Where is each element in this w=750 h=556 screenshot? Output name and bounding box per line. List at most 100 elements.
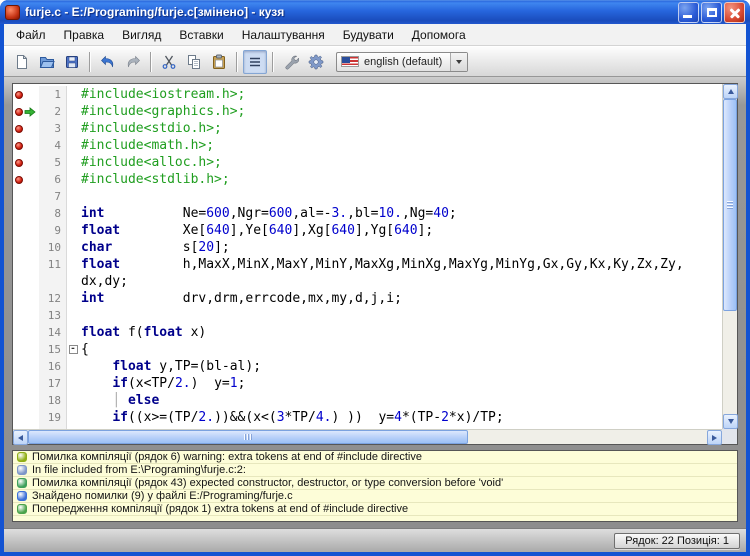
- open-file-button[interactable]: [35, 50, 59, 74]
- menu-view[interactable]: Вигляд: [113, 26, 170, 44]
- code-line[interactable]: 8 int Ne= 600 ,Ngr= 600 ,al=- 3. ,bl= 10. ,Ng= 40;: [13, 205, 722, 222]
- code-line[interactable]: 17 if (x<TP/2.) y= 1;: [13, 375, 722, 392]
- code-line[interactable]: 2 #include<graphics.h>;: [13, 103, 722, 120]
- menu-file[interactable]: Файл: [7, 26, 55, 44]
- line-marker-cell[interactable]: [13, 86, 39, 103]
- compiler-message[interactable]: In file included from E:\Programing\furj…: [13, 464, 737, 477]
- code-line[interactable]: 1 #include<iostream.h>;: [13, 86, 722, 103]
- compiler-message[interactable]: Помилка компіляції (рядок 43) expected c…: [13, 477, 737, 490]
- line-marker-cell[interactable]: [13, 205, 39, 222]
- code-text[interactable]: if (x<TP/2.) y= 1;: [79, 375, 722, 392]
- build-button[interactable]: [279, 50, 303, 74]
- line-marker-cell[interactable]: [13, 137, 39, 154]
- code-line[interactable]: dx,dy;: [13, 273, 722, 290]
- code-text[interactable]: #include<alloc.h>;: [79, 154, 722, 171]
- code-line[interactable]: 12 int drv,drm,errcode,mx,my,d,j,i;: [13, 290, 722, 307]
- line-marker-cell[interactable]: [13, 409, 39, 426]
- code-text[interactable]: │ else: [79, 392, 722, 409]
- line-marker-cell[interactable]: [13, 392, 39, 409]
- code-text[interactable]: char s[20];: [79, 239, 722, 256]
- line-marker-cell[interactable]: [13, 256, 39, 273]
- code-line[interactable]: 14 float f(float x): [13, 324, 722, 341]
- scroll-right-button[interactable]: [707, 430, 722, 445]
- horizontal-scrollbar-thumb[interactable]: [28, 430, 468, 444]
- code-lines[interactable]: 1 #include<iostream.h>; 2 #include<graphics…: [13, 84, 722, 429]
- code-text[interactable]: float Xe[640],Ye[640],Xg[640],Yg[640];: [79, 222, 722, 239]
- paste-button[interactable]: [207, 50, 231, 74]
- code-text[interactable]: #include<graphics.h>;: [79, 103, 722, 120]
- code-text[interactable]: int drv,drm,errcode,mx,my,d,j,i;: [79, 290, 722, 307]
- scroll-down-button[interactable]: [723, 414, 738, 429]
- save-file-button[interactable]: [60, 50, 84, 74]
- new-file-button[interactable]: [10, 50, 34, 74]
- scroll-left-button[interactable]: [13, 430, 28, 445]
- line-marker-cell[interactable]: [13, 324, 39, 341]
- line-marker-cell[interactable]: [13, 341, 39, 358]
- line-marker-cell[interactable]: [13, 273, 39, 290]
- fold-collapse-icon[interactable]: -: [68, 345, 78, 354]
- menu-edit[interactable]: Правка: [55, 26, 114, 44]
- code-text[interactable]: float y,TP=(bl-al);: [79, 358, 722, 375]
- undo-button[interactable]: [96, 50, 120, 74]
- code-text[interactable]: #include<math.h>;: [79, 137, 722, 154]
- scroll-up-button[interactable]: [723, 84, 738, 99]
- line-marker-cell[interactable]: [13, 120, 39, 137]
- dropdown-arrow-icon[interactable]: [450, 52, 468, 71]
- code-line[interactable]: 4 #include<math.h>;: [13, 137, 722, 154]
- code-line[interactable]: 3 #include<stdio.h>;: [13, 120, 722, 137]
- code-line[interactable]: 18 │ else: [13, 392, 722, 409]
- line-marker-cell[interactable]: [13, 188, 39, 205]
- code-line[interactable]: 10 char s[20];: [13, 239, 722, 256]
- line-marker-cell[interactable]: [13, 290, 39, 307]
- minimize-button[interactable]: [678, 1, 699, 23]
- code-text[interactable]: float h,MaxX,MinX,MaxY,MinY,MaxXg,MinXg,…: [79, 256, 722, 273]
- horizontal-scrollbar[interactable]: [13, 429, 722, 445]
- run-button[interactable]: [304, 50, 328, 74]
- line-marker-cell[interactable]: [13, 171, 39, 188]
- code-text[interactable]: [79, 307, 722, 324]
- line-marker-cell[interactable]: [13, 239, 39, 256]
- copy-button[interactable]: [182, 50, 206, 74]
- maximize-button[interactable]: [701, 1, 722, 23]
- code-text[interactable]: #include<stdlib.h>;: [79, 171, 722, 188]
- line-marker-cell[interactable]: [13, 103, 39, 120]
- code-line[interactable]: 6 #include<stdlib.h>;: [13, 171, 722, 188]
- code-text[interactable]: {: [79, 341, 722, 358]
- code-line[interactable]: 15-{: [13, 341, 722, 358]
- code-text[interactable]: [79, 188, 722, 205]
- vertical-scrollbar[interactable]: [722, 84, 738, 429]
- menu-build[interactable]: Будувати: [334, 26, 403, 44]
- output-panel-toggle-button[interactable]: [243, 49, 267, 74]
- code-text[interactable]: if ((x>=(TP/2.))&&(x<(3 *TP/4.) )) y= 4 *(TP…: [79, 409, 722, 426]
- cut-button[interactable]: [157, 50, 181, 74]
- menu-help[interactable]: Допомога: [403, 26, 475, 44]
- code-line[interactable]: 5 #include<alloc.h>;: [13, 154, 722, 171]
- compiler-message[interactable]: Помилка компіляції (рядок 6) warning: ex…: [13, 451, 737, 464]
- code-text[interactable]: dx,dy;: [79, 273, 722, 290]
- titlebar[interactable]: furje.c - E:/Programing/furje.c[змінено]…: [0, 0, 750, 24]
- vertical-scrollbar-thumb[interactable]: [723, 99, 737, 311]
- code-line[interactable]: 16 float y,TP=(bl-al);: [13, 358, 722, 375]
- close-button[interactable]: [724, 1, 745, 23]
- line-marker-cell[interactable]: [13, 375, 39, 392]
- code-line[interactable]: 19 if ((x>=(TP/2.))&&(x<(3 *TP/4.) )) y= 4 *…: [13, 409, 722, 426]
- redo-button[interactable]: [121, 50, 145, 74]
- line-marker-cell[interactable]: [13, 358, 39, 375]
- compiler-message[interactable]: Попередження компіляції (рядок 1) extra …: [13, 503, 737, 516]
- code-text[interactable]: #include<stdio.h>;: [79, 120, 722, 137]
- line-marker-cell[interactable]: [13, 307, 39, 324]
- compiler-message[interactable]: Знайдено помилки (9) у файлі E:/Programi…: [13, 490, 737, 503]
- menu-insert[interactable]: Вставки: [170, 26, 232, 44]
- code-line[interactable]: 7: [13, 188, 722, 205]
- line-marker-cell[interactable]: [13, 154, 39, 171]
- workspace: 1 #include<iostream.h>; 2 #include<graphics…: [4, 77, 746, 528]
- code-text[interactable]: float f(float x): [79, 324, 722, 341]
- code-text[interactable]: int Ne= 600 ,Ngr= 600 ,al=- 3. ,bl= 10. ,Ng= 40;: [79, 205, 722, 222]
- menu-settings[interactable]: Налаштування: [233, 26, 334, 44]
- code-line[interactable]: 11 float h,MaxX,MinX,MaxY,MinY,MaxXg,MinX…: [13, 256, 722, 273]
- code-text[interactable]: #include<iostream.h>;: [79, 86, 722, 103]
- line-marker-cell[interactable]: [13, 222, 39, 239]
- code-line[interactable]: 13: [13, 307, 722, 324]
- code-line[interactable]: 9 float Xe[640],Ye[640],Xg[640],Yg[640];: [13, 222, 722, 239]
- language-selector[interactable]: english (default): [336, 51, 469, 72]
